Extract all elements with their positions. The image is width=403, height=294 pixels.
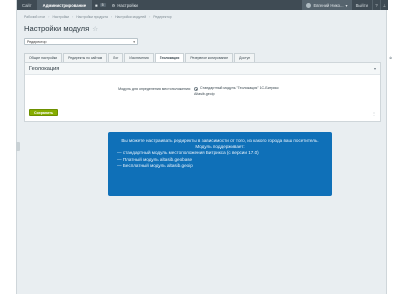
page-title: Настройки модуля (24, 24, 90, 33)
tab-general-settings[interactable]: Общие настройки (24, 53, 63, 62)
geo-module-radio-group: Стандартный модуль "Геолокация" 1С-Битри… (194, 86, 279, 97)
geo-module-label: Модуль для определения местоположения: (118, 87, 191, 91)
breadcrumb-item[interactable]: Настройки (52, 15, 69, 19)
breadcrumb: Рабочий стол › Настройки › Настройки про… (24, 15, 172, 19)
tab-backup[interactable]: Резервное копирование (185, 53, 234, 62)
tab-geolocation[interactable]: Геолокация (154, 53, 185, 62)
gear-icon: ⚙ (111, 2, 116, 8)
radio-option-altasib-geoip[interactable]: Altasib.geoip (194, 92, 279, 98)
sidebar-toggle-handle[interactable] (16, 142, 20, 151)
bell-icon: ■ (95, 2, 98, 8)
pin-icon[interactable]: ⊥ (380, 0, 388, 10)
info-list: — стандартный модуль местоположения Битр… (117, 150, 323, 169)
user-menu[interactable]: Евгений Нико... ▾ (302, 0, 352, 10)
module-select-value: Редиректор (27, 39, 47, 44)
radio-button[interactable] (194, 86, 198, 91)
help-icon[interactable]: ? (372, 0, 380, 10)
logout-link[interactable]: Выйти (352, 3, 372, 8)
radio-label: Altasib.geoip (194, 91, 215, 96)
tab-log[interactable]: Лог (108, 53, 124, 62)
tabs-bar: Общие настройки Редиректы по сайтам Лог … (24, 53, 256, 62)
favorite-star-icon[interactable]: ☆ (92, 25, 98, 33)
tab-exceptions[interactable]: Исключения (124, 53, 154, 62)
admin-window: Сайт Администрирование ■ 5 ⚙ Настройки Е… (16, 0, 392, 294)
settings-link[interactable]: ⚙ Настройки (109, 0, 141, 10)
breadcrumb-item[interactable]: Рабочий стол (24, 15, 45, 19)
tab-site-redirects[interactable]: Редиректы по сайтам (63, 53, 108, 62)
info-list-item: — Бесплатный модуль altasib.geoip (117, 162, 193, 168)
module-select[interactable]: Редиректор ▾ (24, 38, 138, 45)
breadcrumb-item: Редиректор (153, 15, 172, 19)
panel-title: Геолокация (29, 65, 60, 72)
panel-header: Геолокация ▾ (25, 63, 380, 75)
user-name: Евгений Нико... (313, 2, 344, 8)
info-box: Вы можете настраивать редиректы в зависи… (108, 132, 332, 196)
breadcrumb-item[interactable]: Настройки модулей (115, 15, 146, 19)
admin-topbar: Сайт Администрирование ■ 5 ⚙ Настройки Е… (17, 0, 388, 10)
avatar (306, 2, 312, 8)
breadcrumb-separator: › (72, 15, 74, 19)
chevron-down-icon: ▾ (345, 2, 348, 8)
breadcrumb-separator: › (149, 15, 151, 19)
notifications-count: 5 (99, 3, 106, 7)
info-intro: Вы можете настраивать редиректы в зависи… (121, 138, 319, 150)
tab-access[interactable]: Доступ (234, 53, 256, 62)
page-title-row: Настройки модуля ☆ (24, 24, 98, 33)
notifications-button[interactable]: ■ 5 (92, 0, 109, 10)
breadcrumb-separator: › (110, 15, 113, 19)
collapse-icon[interactable]: ▾ (374, 66, 376, 71)
chevron-down-icon: ▾ (133, 39, 135, 44)
settings-label: Настройки (117, 2, 138, 8)
breadcrumb-item[interactable]: Настройки продукта (76, 15, 108, 19)
save-button[interactable]: Сохранить (29, 109, 59, 116)
site-link[interactable]: Сайт (17, 0, 37, 10)
tabs-settings-icon[interactable]: ≑ (389, 55, 392, 60)
more-options-icon[interactable]: ⋮ (372, 111, 376, 116)
breadcrumb-separator: › (48, 15, 50, 19)
admin-link[interactable]: Администрирование (36, 0, 93, 10)
geolocation-panel: Геолокация ▾ Модуль для определения мест… (24, 62, 381, 122)
